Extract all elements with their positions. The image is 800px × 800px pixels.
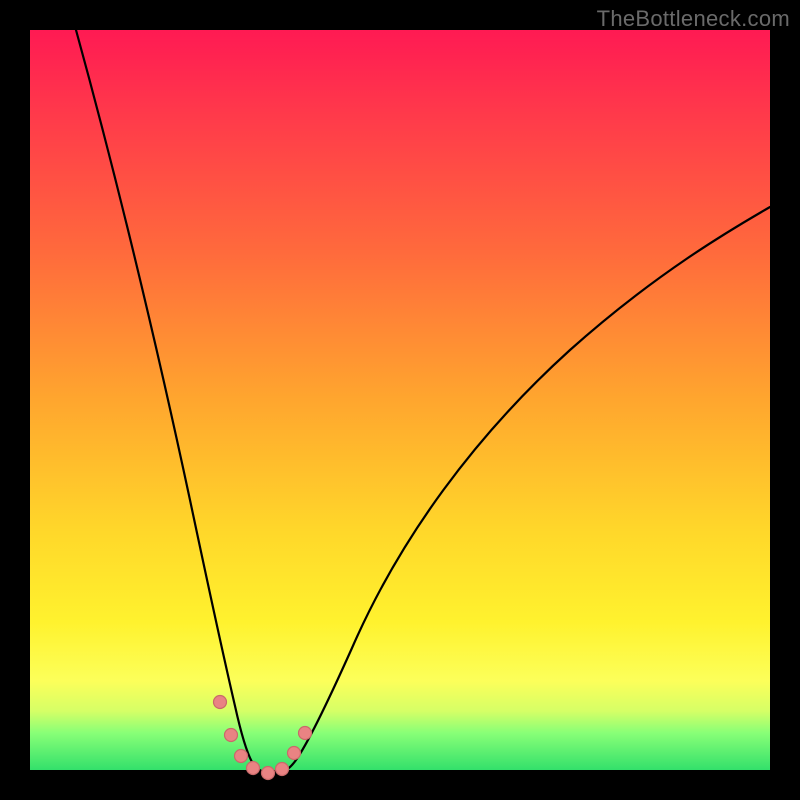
marker-group: [214, 696, 312, 780]
curve-marker: [299, 727, 312, 740]
bottleneck-curve: [76, 30, 770, 774]
curve-marker: [262, 767, 275, 780]
curve-marker: [235, 750, 248, 763]
bottleneck-curve-layer: [30, 30, 770, 770]
curve-marker: [276, 763, 289, 776]
curve-marker: [288, 747, 301, 760]
watermark-text: TheBottleneck.com: [597, 6, 790, 32]
plot-area: [30, 30, 770, 770]
curve-marker: [247, 762, 260, 775]
curve-marker: [225, 729, 238, 742]
chart-frame: TheBottleneck.com: [0, 0, 800, 800]
curve-marker: [214, 696, 227, 709]
